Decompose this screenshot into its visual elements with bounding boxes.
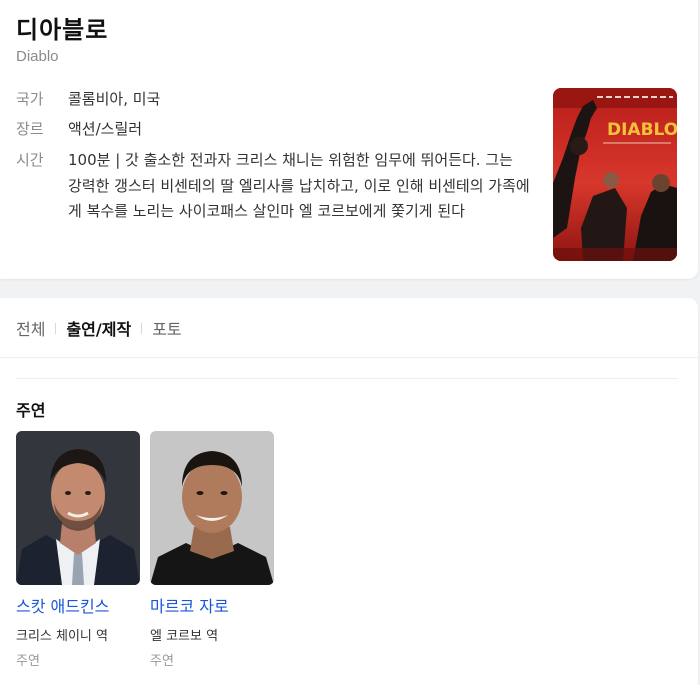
section-title-lead-cast: 주연 <box>16 401 46 420</box>
info-label: 시간 <box>16 151 44 169</box>
info-value: 100분 | 갓 출소한 전과자 크리스 채니는 위험한 임무에 뛰어든다. 그… <box>68 151 530 220</box>
tab-divider <box>0 357 698 358</box>
info-row-country: 국가 콜롬비아, 미국 <box>16 87 160 113</box>
movie-poster[interactable]: DIABLO <box>553 88 677 261</box>
tab-photo[interactable]: 포토 <box>152 316 181 340</box>
movie-original-title: Diablo <box>16 48 59 65</box>
info-value: 콜롬비아, 미국 <box>68 90 161 108</box>
tab-bar: 전체 출연/제작 포토 <box>16 316 182 340</box>
movie-info-card: 디아블로 Diablo 국가 콜롬비아, 미국 장르 액션/스릴러 시간 100… <box>0 0 698 279</box>
info-label: 국가 <box>16 90 44 108</box>
tab-separator <box>55 322 57 334</box>
cast-role: 엘 코르보 역 <box>150 629 219 644</box>
actor-photo-image <box>16 431 140 585</box>
cast-name-link[interactable]: 마르코 자로 <box>150 593 274 617</box>
cast-photo[interactable] <box>16 431 140 585</box>
info-row-time: 시간 100분 | 갓 출소한 전과자 크리스 채니는 위험한 임무에 뛰어든다… <box>16 148 530 225</box>
poster-image: DIABLO <box>553 88 677 261</box>
cast-name-link[interactable]: 스캇 애드킨스 <box>16 593 140 617</box>
cast-role: 크리스 체이니 역 <box>16 629 108 644</box>
tab-cast-crew[interactable]: 출연/제작 <box>66 316 131 340</box>
info-value: 액션/스릴러 <box>68 120 143 138</box>
cast-photo[interactable] <box>150 431 274 585</box>
cast-type: 주연 <box>150 654 174 669</box>
cast-item[interactable]: 마르코 자로 엘 코르보 역 주연 <box>150 431 274 669</box>
actor-photo-image <box>150 431 274 585</box>
cast-item[interactable]: 스캇 애드킨스 크리스 체이니 역 주연 <box>16 431 140 669</box>
info-label: 장르 <box>16 120 44 138</box>
poster-title-text: DIABLO <box>607 120 677 140</box>
movie-title: 디아블로 <box>16 16 109 44</box>
cast-type: 주연 <box>16 654 40 669</box>
tab-all[interactable]: 전체 <box>16 316 45 340</box>
info-row-genre: 장르 액션/스릴러 <box>16 117 142 143</box>
tab-separator <box>141 322 143 334</box>
section-divider <box>16 378 678 379</box>
